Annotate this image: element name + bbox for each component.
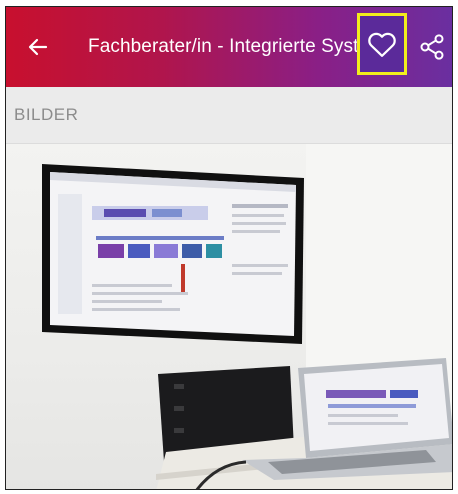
favorite-button[interactable] — [357, 13, 407, 75]
heart-outline-icon — [368, 32, 396, 57]
section-label: BILDER — [14, 105, 79, 124]
app-screen: Fachberater/in - Integrierte Syst... BIL… — [5, 6, 453, 490]
gallery-image[interactable] — [6, 144, 452, 489]
share-icon — [420, 34, 444, 60]
arrow-left-icon — [28, 38, 48, 56]
wall-monitor — [42, 164, 304, 344]
back-button[interactable] — [6, 7, 70, 87]
share-button[interactable] — [412, 21, 452, 73]
section-header-bilder: BILDER — [6, 87, 452, 143]
photo-illustration — [42, 144, 452, 489]
